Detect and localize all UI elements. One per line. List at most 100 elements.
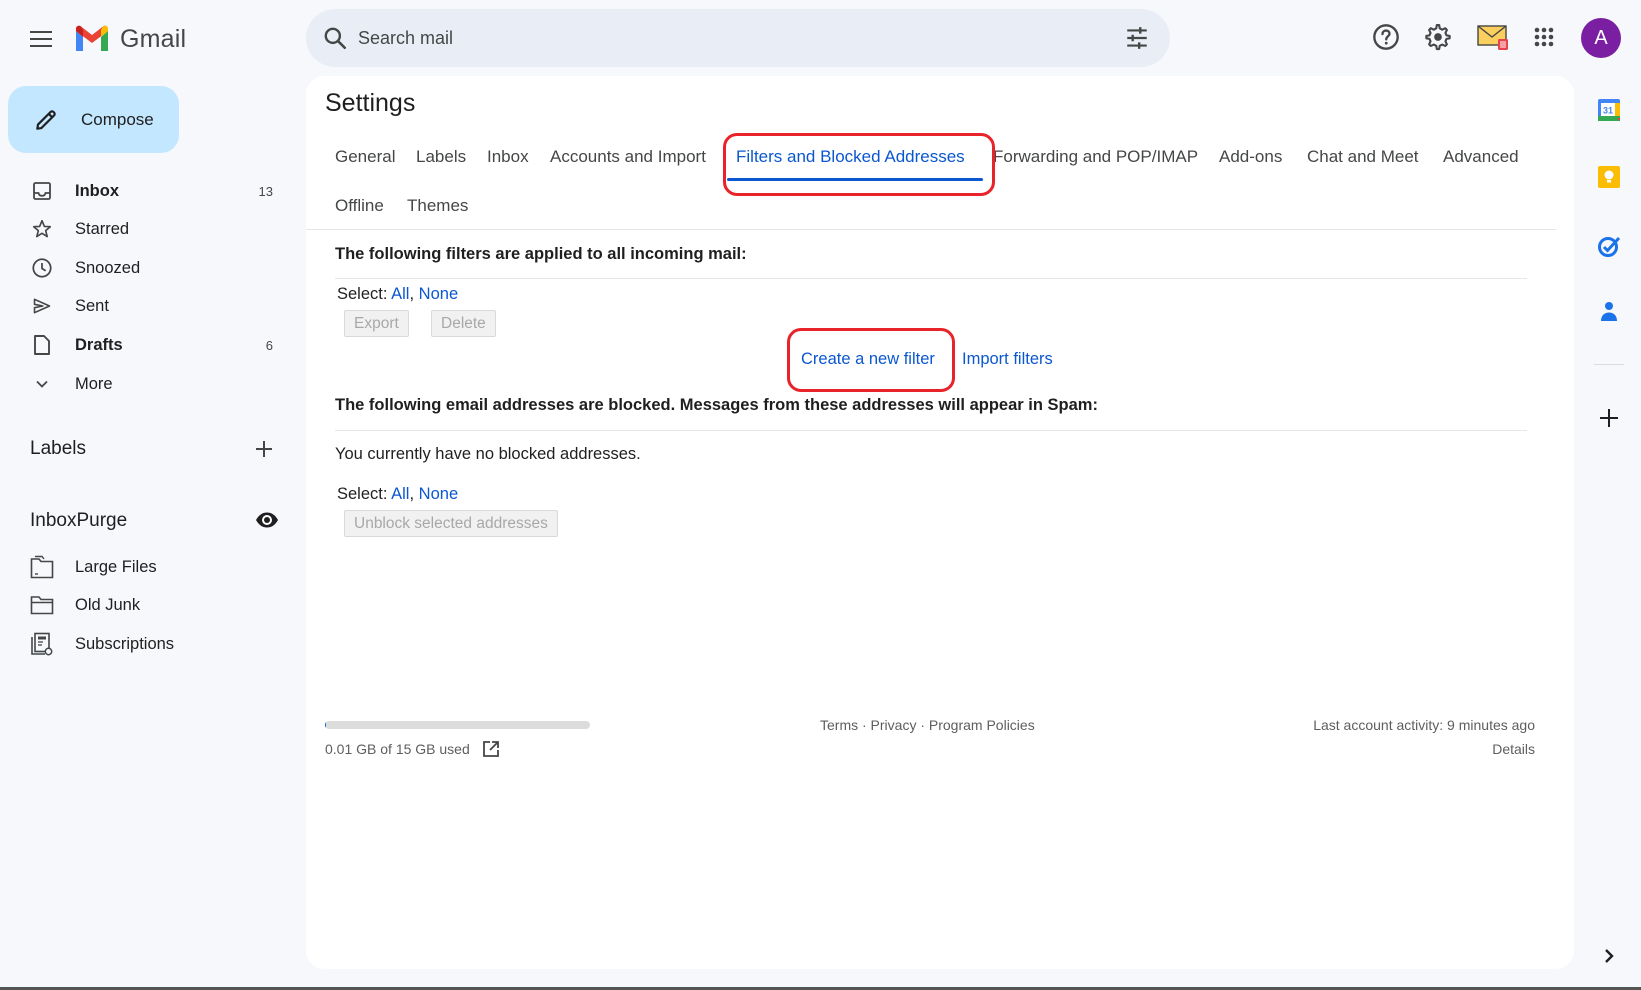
tab-advanced[interactable]: Advanced bbox=[1443, 147, 1519, 167]
sidebar-item-label: Snoozed bbox=[75, 258, 141, 277]
tab-filters-and-blocked-addresses[interactable]: Filters and Blocked Addresses bbox=[736, 147, 965, 167]
chevron-down-icon bbox=[30, 372, 54, 396]
inboxpurge-icon bbox=[1477, 25, 1508, 50]
tab-add-ons[interactable]: Add-ons bbox=[1219, 147, 1282, 167]
page-title: Settings bbox=[325, 89, 416, 117]
no-blocked-message: You currently have no blocked addresses. bbox=[335, 445, 641, 463]
filters-select-row: Select: All, None bbox=[337, 285, 458, 304]
sidebar-item-label: Sent bbox=[75, 296, 109, 315]
blocked-heading: The following email addresses are blocke… bbox=[335, 396, 1098, 414]
help-icon bbox=[1373, 24, 1399, 50]
unblock-selected-button[interactable]: Unblock selected addresses bbox=[344, 510, 558, 537]
gmail-m-icon bbox=[76, 25, 108, 51]
sidebar-item-label: Subscriptions bbox=[75, 634, 175, 653]
export-button[interactable]: Export bbox=[344, 310, 409, 337]
filters-heading: The following filters are applied to all… bbox=[335, 245, 747, 263]
tab-general[interactable]: General bbox=[335, 147, 395, 167]
select-none-link[interactable]: None bbox=[419, 485, 458, 503]
tabs-divider bbox=[306, 229, 1556, 230]
account-avatar[interactable]: A bbox=[1581, 18, 1621, 58]
sidebar-item-sent[interactable]: Sent bbox=[0, 288, 290, 324]
sidebar-item-drafts[interactable]: Drafts 6 bbox=[0, 327, 290, 363]
tab-themes[interactable]: Themes bbox=[407, 196, 468, 216]
select-separator: , bbox=[409, 285, 415, 303]
sidebar-item-large-files[interactable]: Large Files bbox=[0, 549, 290, 585]
tab-inbox[interactable]: Inbox bbox=[487, 147, 529, 167]
import-filters-link[interactable]: Import filters bbox=[962, 350, 1053, 369]
show-side-panel-button[interactable] bbox=[1596, 943, 1622, 969]
settings-button[interactable] bbox=[1422, 21, 1454, 53]
star-icon bbox=[30, 217, 54, 241]
search-bar[interactable] bbox=[306, 9, 1170, 67]
drafts-count: 6 bbox=[265, 337, 273, 353]
create-new-filter-link[interactable]: Create a new filter bbox=[801, 350, 935, 369]
blocked-divider bbox=[335, 430, 1527, 431]
sidebar-item-starred[interactable]: Starred bbox=[0, 211, 290, 247]
apps-icon bbox=[1534, 27, 1554, 47]
expand-panel-icon bbox=[1605, 949, 1614, 963]
compose-button[interactable]: Compose bbox=[8, 86, 179, 153]
sidebar-item-label: Large Files bbox=[75, 557, 157, 576]
select-all-link[interactable]: All bbox=[391, 285, 409, 303]
sidebar-item-label: More bbox=[75, 374, 113, 393]
svg-text:31: 31 bbox=[1603, 106, 1613, 116]
google-apps-button[interactable] bbox=[1528, 21, 1560, 53]
tab-labels[interactable]: Labels bbox=[416, 147, 466, 167]
gmail-wordmark: Gmail bbox=[120, 24, 187, 53]
gmail-logo[interactable]: Gmail bbox=[74, 22, 186, 56]
select-separator: , bbox=[409, 485, 415, 503]
sidebar-item-snoozed[interactable]: Snoozed bbox=[0, 250, 290, 286]
draft-icon bbox=[30, 333, 54, 357]
contacts-button[interactable] bbox=[1596, 299, 1622, 325]
tab-offline[interactable]: Offline bbox=[335, 196, 384, 216]
tasks-button[interactable] bbox=[1596, 233, 1622, 259]
get-add-ons-button[interactable] bbox=[1596, 405, 1622, 431]
contacts-icon bbox=[1601, 302, 1617, 321]
select-label: Select: bbox=[337, 285, 388, 303]
tasks-icon bbox=[1598, 236, 1621, 257]
tab-forwarding-and-pop-imap[interactable]: Forwarding and POP/IMAP bbox=[993, 147, 1198, 167]
keep-button[interactable] bbox=[1596, 164, 1622, 190]
delete-button[interactable]: Delete bbox=[431, 310, 496, 337]
sidebar-item-label: Inbox bbox=[75, 181, 119, 200]
avatar-initial: A bbox=[1594, 26, 1608, 49]
eye-icon[interactable] bbox=[255, 511, 279, 529]
calendar-button[interactable]: 31 bbox=[1596, 97, 1622, 123]
select-all-link[interactable]: All bbox=[391, 485, 409, 503]
clock-icon bbox=[30, 256, 54, 280]
labels-heading: Labels bbox=[30, 438, 86, 459]
folder-icon bbox=[30, 593, 54, 617]
search-options-icon[interactable] bbox=[1124, 25, 1150, 51]
create-label-icon[interactable] bbox=[253, 438, 275, 460]
filters-divider bbox=[335, 278, 1527, 279]
large-files-folder-icon bbox=[30, 555, 54, 579]
sidebar-item-label: Drafts bbox=[75, 335, 123, 354]
tab-chat-and-meet[interactable]: Chat and Meet bbox=[1307, 147, 1419, 167]
select-none-link[interactable]: None bbox=[419, 285, 458, 303]
activity-details-link[interactable]: Details bbox=[1492, 741, 1535, 757]
select-label: Select: bbox=[337, 485, 388, 503]
blocked-select-row: Select: All, None bbox=[337, 485, 458, 504]
last-account-activity: Last account activity: 9 minutes ago bbox=[1313, 717, 1535, 733]
footer-links[interactable]: Terms · Privacy · Program Policies bbox=[820, 717, 1035, 733]
rail-divider bbox=[1594, 364, 1624, 365]
sidebar-item-label: Starred bbox=[75, 219, 130, 238]
open-in-new-icon[interactable] bbox=[482, 740, 500, 758]
sidebar-item-old-junk[interactable]: Old Junk bbox=[0, 587, 290, 623]
help-button[interactable] bbox=[1370, 21, 1402, 53]
sidebar-item-more[interactable]: More bbox=[0, 366, 290, 402]
subscriptions-icon bbox=[30, 632, 54, 656]
sidebar-item-subscriptions[interactable]: Subscriptions bbox=[0, 626, 290, 662]
inbox-icon bbox=[30, 179, 54, 203]
keep-icon bbox=[1598, 166, 1620, 188]
sidebar-item-inbox[interactable]: Inbox 13 bbox=[0, 173, 290, 209]
tab-accounts-and-import[interactable]: Accounts and Import bbox=[550, 147, 706, 167]
main-menu-button[interactable] bbox=[26, 24, 56, 54]
calendar-icon: 31 bbox=[1598, 99, 1620, 121]
compose-label: Compose bbox=[81, 109, 154, 129]
search-input[interactable] bbox=[358, 9, 1058, 67]
inboxpurge-button[interactable] bbox=[1476, 21, 1512, 53]
send-icon bbox=[30, 294, 54, 318]
search-icon[interactable] bbox=[322, 25, 348, 51]
settings-icon bbox=[1425, 24, 1451, 51]
